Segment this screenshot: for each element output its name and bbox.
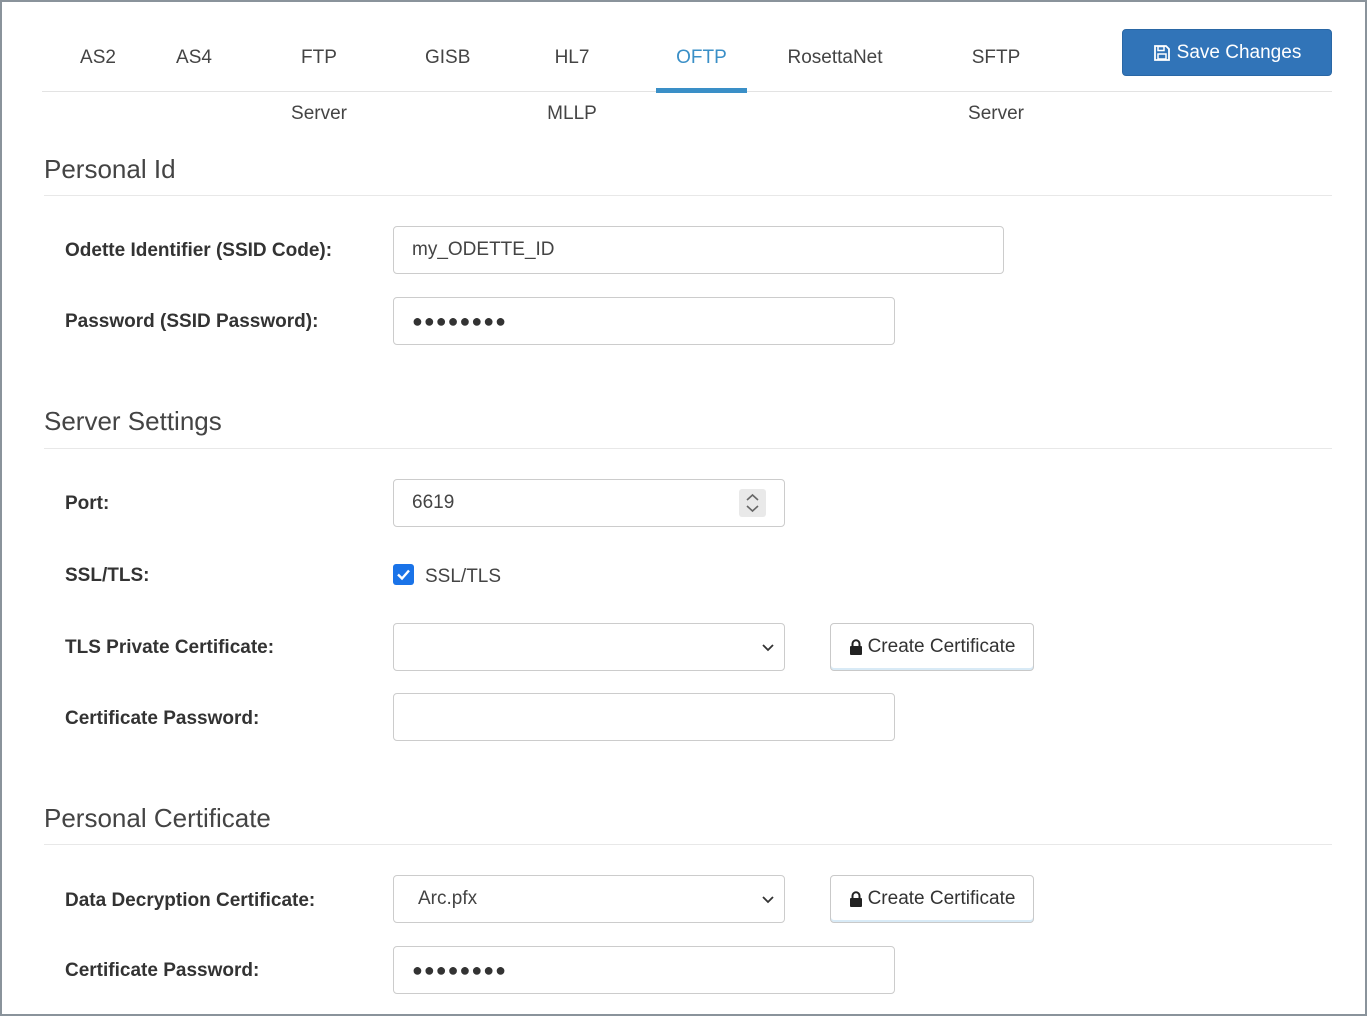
- data-decryption-certificate-value: Arc.pfx: [418, 888, 478, 909]
- tab-gisb[interactable]: GISB: [425, 30, 470, 92]
- section-divider: [44, 448, 1332, 449]
- data-decryption-certificate-label: Data Decryption Certificate:: [65, 890, 316, 911]
- create-certificate-label: Create Certificate: [867, 888, 1016, 909]
- create-decryption-certificate-button[interactable]: Create Certificate: [830, 875, 1034, 923]
- port-label: Port:: [65, 493, 110, 514]
- stepper-arrows-icon: [746, 493, 759, 513]
- tls-certificate-password-input[interactable]: [393, 693, 895, 741]
- port-input[interactable]: 6619: [393, 479, 785, 527]
- save-changes-button[interactable]: Save Changes: [1122, 29, 1332, 76]
- section-title-server-settings: Server Settings: [44, 406, 222, 436]
- tab-rosettanet[interactable]: RosettaNet: [786, 30, 884, 92]
- section-divider: [44, 844, 1332, 845]
- lock-icon: [849, 638, 862, 655]
- ssid-password-label: Password (SSID Password):: [65, 311, 319, 332]
- ssid-password-input[interactable]: ●●●●●●●●: [393, 297, 895, 345]
- checkmark-icon: [397, 569, 410, 581]
- save-changes-label: Save Changes: [1176, 41, 1302, 63]
- chevron-down-icon: [762, 896, 774, 904]
- section-title-personal-id: Personal Id: [44, 154, 176, 184]
- section-title-personal-certificate: Personal Certificate: [44, 803, 271, 833]
- create-certificate-label: Create Certificate: [867, 636, 1016, 657]
- tab-hl7-mllp[interactable]: HL7 MLLP: [528, 30, 616, 124]
- port-value: 6619: [412, 492, 455, 513]
- settings-panel: AS2 AS4 FTP Server GISB HL7 MLLP OFTP Ro…: [0, 0, 1367, 1016]
- tab-sftp-server[interactable]: SFTP Server: [944, 30, 1048, 124]
- chevron-down-icon: [762, 644, 774, 652]
- section-divider: [44, 195, 1332, 196]
- floppy-disk-icon: [1153, 44, 1170, 61]
- decryption-certificate-password-input[interactable]: ●●●●●●●●: [393, 946, 895, 994]
- tls-private-certificate-select[interactable]: [393, 623, 785, 671]
- tab-as2[interactable]: AS2: [80, 30, 116, 92]
- port-stepper[interactable]: [739, 489, 766, 517]
- tab-as4[interactable]: AS4: [176, 30, 212, 92]
- tls-certificate-password-label: Certificate Password:: [65, 708, 260, 729]
- odette-identifier-input[interactable]: my_ODETTE_ID: [393, 226, 1004, 274]
- lock-icon: [849, 890, 862, 907]
- decryption-certificate-password-label: Certificate Password:: [65, 960, 260, 981]
- odette-identifier-label: Odette Identifier (SSID Code):: [65, 240, 333, 261]
- tab-oftp[interactable]: OFTP: [656, 30, 747, 93]
- ssl-tls-checkbox-label[interactable]: SSL/TLS: [425, 566, 501, 588]
- data-decryption-certificate-select[interactable]: Arc.pfx: [393, 875, 785, 923]
- tab-ftp-server[interactable]: FTP Server: [272, 30, 366, 124]
- ssl-tls-label: SSL/TLS:: [65, 565, 150, 586]
- tls-private-certificate-label: TLS Private Certificate:: [65, 637, 275, 658]
- ssl-tls-checkbox[interactable]: [393, 564, 414, 585]
- create-tls-certificate-button[interactable]: Create Certificate: [830, 623, 1034, 671]
